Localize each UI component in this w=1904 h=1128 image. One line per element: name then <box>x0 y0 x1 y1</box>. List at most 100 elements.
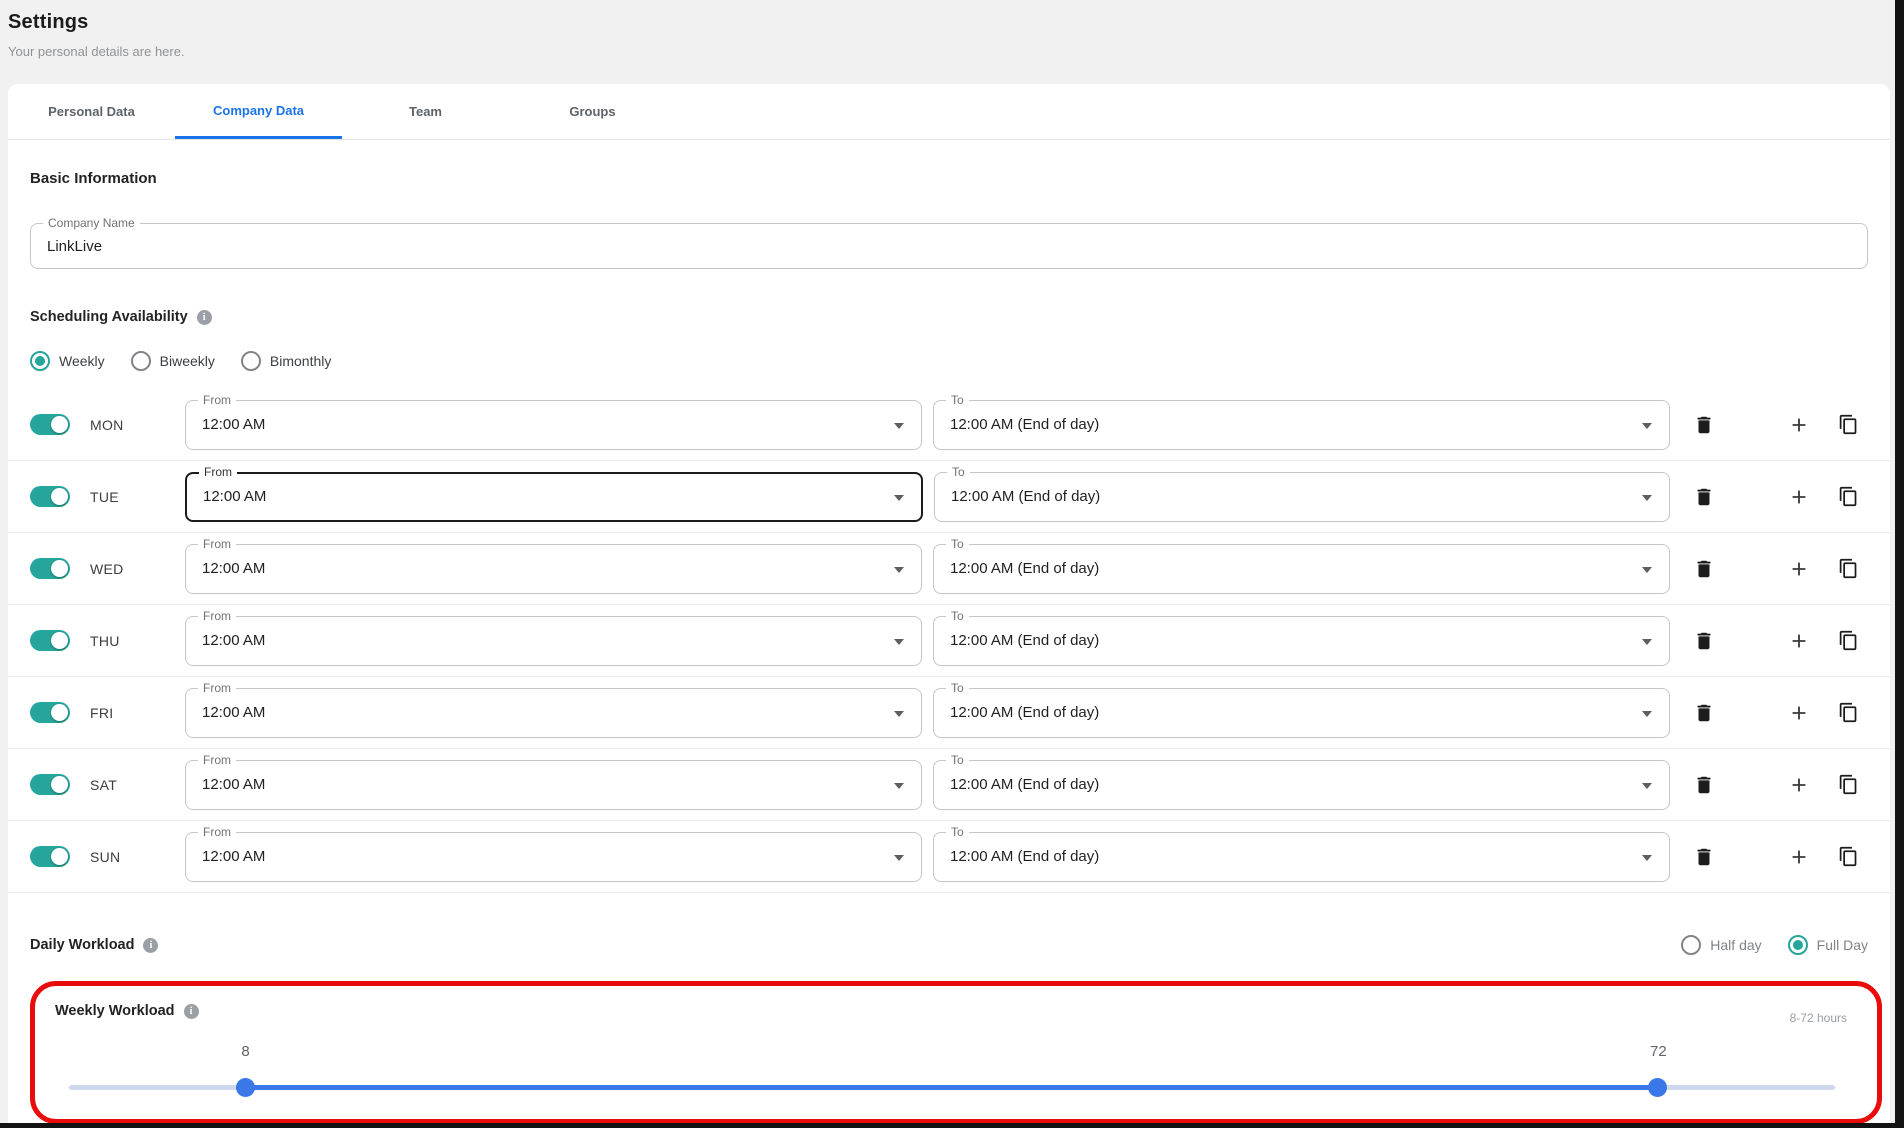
to-time-select[interactable]: To 12:00 AM (End of day) <box>934 472 1670 522</box>
weekly-workload-slider[interactable]: 8 72 <box>69 1069 1835 1109</box>
dropdown-arrow-icon <box>1642 567 1652 573</box>
from-time-select[interactable]: From 12:00 AM <box>185 472 923 522</box>
plus-icon <box>1788 774 1810 796</box>
availability-day-row: TUE From 12:00 AM To 12:00 AM (End of da… <box>8 461 1890 533</box>
day-toggle[interactable] <box>30 486 70 507</box>
daily-workload-heading: Daily Workload i <box>30 937 158 953</box>
tab-personal-data[interactable]: Personal Data <box>8 84 175 139</box>
from-time-select[interactable]: From 12:00 AM <box>185 616 922 666</box>
delete-row-button[interactable] <box>1684 693 1724 733</box>
to-label: To <box>946 753 969 767</box>
dropdown-arrow-icon <box>894 639 904 645</box>
slider-handle-low[interactable] <box>236 1078 255 1097</box>
delete-row-button[interactable] <box>1684 765 1724 805</box>
add-interval-button[interactable] <box>1779 549 1819 589</box>
radio-weekly[interactable]: Weekly <box>30 351 105 371</box>
trash-icon <box>1693 773 1715 797</box>
plus-icon <box>1788 558 1810 580</box>
copy-day-button[interactable] <box>1828 837 1868 877</box>
to-time-select[interactable]: To 12:00 AM (End of day) <box>933 832 1670 882</box>
radio-circle-icon <box>1788 935 1808 955</box>
from-time-select[interactable]: From 12:00 AM <box>185 688 922 738</box>
to-label: To <box>946 393 969 407</box>
tab-company-data[interactable]: Company Data <box>175 84 342 139</box>
weekly-workload-label: Weekly Workload <box>55 1003 175 1019</box>
dropdown-arrow-icon <box>894 495 904 501</box>
day-toggle[interactable] <box>30 558 70 579</box>
to-label: To <box>947 465 970 479</box>
delete-row-button[interactable] <box>1684 477 1724 517</box>
radio-bimonthly[interactable]: Bimonthly <box>241 351 331 371</box>
radio-biweekly[interactable]: Biweekly <box>131 351 215 371</box>
from-time-select[interactable]: From 12:00 AM <box>185 760 922 810</box>
delete-row-button[interactable] <box>1684 621 1724 661</box>
from-time-select[interactable]: From 12:00 AM <box>185 544 922 594</box>
dropdown-arrow-icon <box>894 567 904 573</box>
radio-circle-icon <box>131 351 151 371</box>
add-interval-button[interactable] <box>1779 693 1819 733</box>
to-time-select[interactable]: To 12:00 AM (End of day) <box>933 688 1670 738</box>
copy-day-button[interactable] <box>1828 477 1868 517</box>
radio-half-day[interactable]: Half day <box>1681 935 1761 955</box>
copy-day-button[interactable] <box>1828 765 1868 805</box>
to-time-select[interactable]: To 12:00 AM (End of day) <box>933 400 1670 450</box>
add-interval-button[interactable] <box>1779 621 1819 661</box>
trash-icon <box>1693 701 1715 725</box>
availability-day-row: SUN From 12:00 AM To 12:00 AM (End of da… <box>8 821 1890 893</box>
dropdown-arrow-icon <box>1642 711 1652 717</box>
day-label: TUE <box>90 489 185 505</box>
to-time-select[interactable]: To 12:00 AM (End of day) <box>933 616 1670 666</box>
day-label: SAT <box>90 777 185 793</box>
daily-workload-radio-group: Half day Full Day <box>1681 935 1868 955</box>
plus-icon <box>1788 414 1810 436</box>
from-label: From <box>198 537 236 551</box>
info-icon[interactable]: i <box>197 310 212 325</box>
day-toggle[interactable] <box>30 414 70 435</box>
add-interval-button[interactable] <box>1779 837 1819 877</box>
plus-icon <box>1788 486 1810 508</box>
from-value: 12:00 AM <box>186 776 265 793</box>
plus-icon <box>1788 702 1810 724</box>
dropdown-arrow-icon <box>894 783 904 789</box>
from-value: 12:00 AM <box>186 632 265 649</box>
copy-day-button[interactable] <box>1828 621 1868 661</box>
dropdown-arrow-icon <box>1642 783 1652 789</box>
to-time-select[interactable]: To 12:00 AM (End of day) <box>933 760 1670 810</box>
copy-icon <box>1838 414 1859 435</box>
to-value: 12:00 AM (End of day) <box>934 632 1099 649</box>
day-label: FRI <box>90 705 185 721</box>
basic-information-heading: Basic Information <box>30 170 1868 187</box>
dropdown-arrow-icon <box>894 423 904 429</box>
info-icon[interactable]: i <box>143 938 158 953</box>
availability-day-row: SAT From 12:00 AM To 12:00 AM (End of da… <box>8 749 1890 821</box>
from-time-select[interactable]: From 12:00 AM <box>185 400 922 450</box>
to-label: To <box>946 609 969 623</box>
day-toggle[interactable] <box>30 774 70 795</box>
from-time-select[interactable]: From 12:00 AM <box>185 832 922 882</box>
copy-day-button[interactable] <box>1828 693 1868 733</box>
tab-groups[interactable]: Groups <box>509 84 676 139</box>
info-icon[interactable]: i <box>184 1004 199 1019</box>
delete-row-button[interactable] <box>1684 549 1724 589</box>
day-toggle[interactable] <box>30 702 70 723</box>
from-value: 12:00 AM <box>186 704 265 721</box>
company-data-panel: Basic Information Company Name LinkLive … <box>8 170 1890 1124</box>
day-toggle[interactable] <box>30 846 70 867</box>
day-label: SUN <box>90 849 185 865</box>
add-interval-button[interactable] <box>1779 477 1819 517</box>
company-name-field[interactable]: Company Name LinkLive <box>30 223 1868 269</box>
add-interval-button[interactable] <box>1779 765 1819 805</box>
day-toggle[interactable] <box>30 630 70 651</box>
from-label: From <box>198 825 236 839</box>
radio-full-day[interactable]: Full Day <box>1788 935 1868 955</box>
tab-team[interactable]: Team <box>342 84 509 139</box>
dropdown-arrow-icon <box>1642 855 1652 861</box>
copy-day-button[interactable] <box>1828 549 1868 589</box>
delete-row-button[interactable] <box>1684 405 1724 445</box>
delete-row-button[interactable] <box>1684 837 1724 877</box>
copy-day-button[interactable] <box>1828 405 1868 445</box>
add-interval-button[interactable] <box>1779 405 1819 445</box>
to-time-select[interactable]: To 12:00 AM (End of day) <box>933 544 1670 594</box>
slider-handle-high[interactable] <box>1648 1078 1667 1097</box>
weekly-workload-heading: Weekly Workload i <box>55 1003 199 1019</box>
